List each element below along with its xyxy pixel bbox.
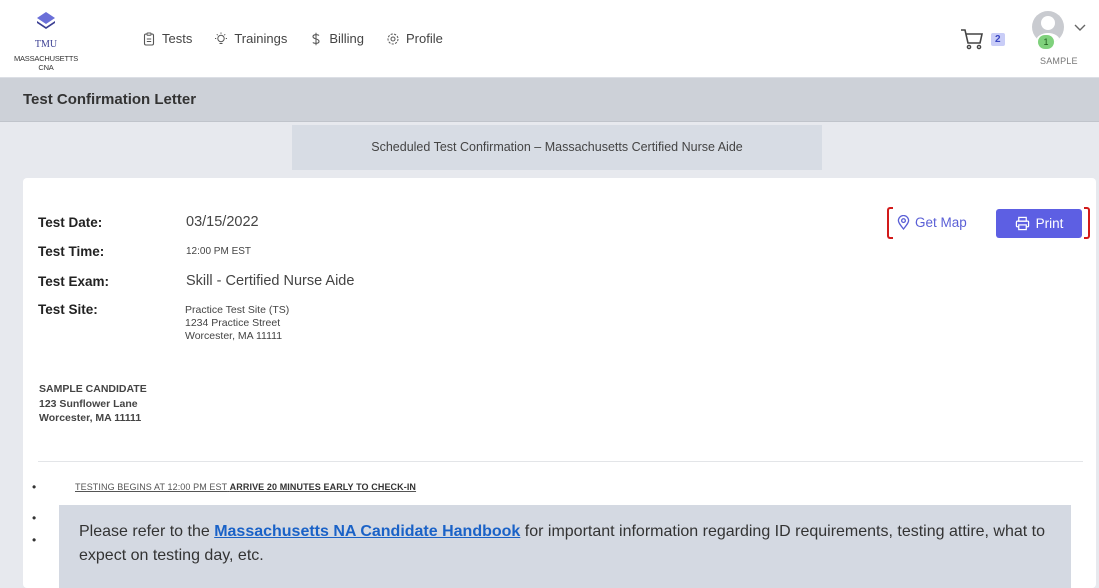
test-time-label: Test Time: (38, 244, 105, 259)
nav-profile[interactable]: Profile (386, 31, 443, 46)
cart-count-badge: 2 (991, 32, 1005, 46)
logo-subtext: MASSACHUSETTS CNA (13, 54, 79, 72)
nav-billing-label: Billing (329, 31, 365, 46)
logo-icon (37, 12, 55, 29)
candidate-address: SAMPLE CANDIDATE 123 Sunflower Lane Worc… (39, 382, 147, 426)
site-city: Worcester, MA 11111 (185, 330, 283, 342)
user-label: SAMPLE (1040, 56, 1078, 66)
nav-billing[interactable]: Billing (309, 31, 364, 46)
site-name: Practice Test Site (TS) (185, 304, 290, 316)
confirmation-card: Test Date: 03/15/2022 Test Time: 12:00 P… (23, 178, 1096, 588)
nav-trainings[interactable]: Trainings (214, 31, 287, 46)
test-site-address: Practice Test Site (TS) 1234 Practice St… (185, 304, 289, 343)
testing-begins-notice: TESTING BEGINS AT 12:00 PM EST ARRIVE 20… (75, 482, 416, 492)
nav-tests-label: Tests (162, 31, 193, 46)
site-street: 1234 Practice Street (185, 317, 281, 329)
chevron-down-icon[interactable] (1074, 24, 1086, 32)
top-navbar: TMU MASSACHUSETTS CNA Tests Trainings Bi… (0, 0, 1099, 78)
main-nav: Tests Trainings Billing Profile (142, 31, 443, 46)
confirmation-subheader: Scheduled Test Confirmation – Massachuse… (292, 125, 822, 170)
map-pin-icon (897, 215, 910, 230)
gear-icon (387, 33, 399, 44)
bullet-3: • (32, 533, 37, 547)
clipboard-icon (143, 32, 155, 46)
nav-trainings-label: Trainings (234, 31, 288, 46)
cart-button[interactable]: 2 (960, 28, 1005, 50)
bullet-1: • (32, 480, 37, 494)
test-date-value: 03/15/2022 (186, 214, 259, 230)
divider (38, 461, 1083, 462)
nav-profile-label: Profile (406, 31, 443, 46)
candidate-name: SAMPLE CANDIDATE (39, 383, 147, 395)
page-header: Test Confirmation Letter (0, 78, 1099, 122)
candidate-city: Worcester, MA 11111 (39, 412, 142, 424)
test-site-label: Test Site: (38, 302, 98, 317)
highlight-bracket-left (887, 207, 893, 239)
candidate-street: 123 Sunflower Lane (39, 397, 138, 410)
handbook-info-box: Please refer to the Massachusetts NA Can… (59, 505, 1071, 588)
notification-badge: 1 (1038, 35, 1054, 49)
logo[interactable]: TMU MASSACHUSETTS CNA (6, 10, 86, 72)
logo-text: TMU (34, 39, 58, 50)
handbook-prefix: Please refer to the (79, 523, 215, 540)
test-time-value: 12:00 PM EST (186, 246, 252, 257)
nav-tests[interactable]: Tests (142, 31, 192, 46)
test-exam-value: Skill - Certified Nurse Aide (186, 273, 355, 289)
get-map-label: Get Map (915, 215, 967, 230)
printer-icon (1015, 216, 1029, 231)
dollar-icon (312, 32, 320, 45)
print-button[interactable]: Print (996, 209, 1082, 238)
testing-begins-text: TESTING BEGINS AT 12:00 PM EST (75, 482, 228, 492)
page-title: Test Confirmation Letter (23, 91, 197, 108)
arrive-early-text: ARRIVE 20 MINUTES EARLY TO CHECK-IN (229, 482, 417, 492)
get-map-link[interactable]: Get Map (897, 215, 967, 230)
print-label: Print (1035, 216, 1064, 231)
test-date-label: Test Date: (38, 215, 103, 230)
handbook-link[interactable]: Massachusetts NA Candidate Handbook (214, 523, 520, 540)
lightbulb-icon (215, 32, 228, 44)
highlight-bracket-right (1084, 207, 1090, 239)
bullet-2: • (32, 511, 37, 525)
cart-icon (961, 29, 983, 50)
test-exam-label: Test Exam: (38, 274, 110, 289)
